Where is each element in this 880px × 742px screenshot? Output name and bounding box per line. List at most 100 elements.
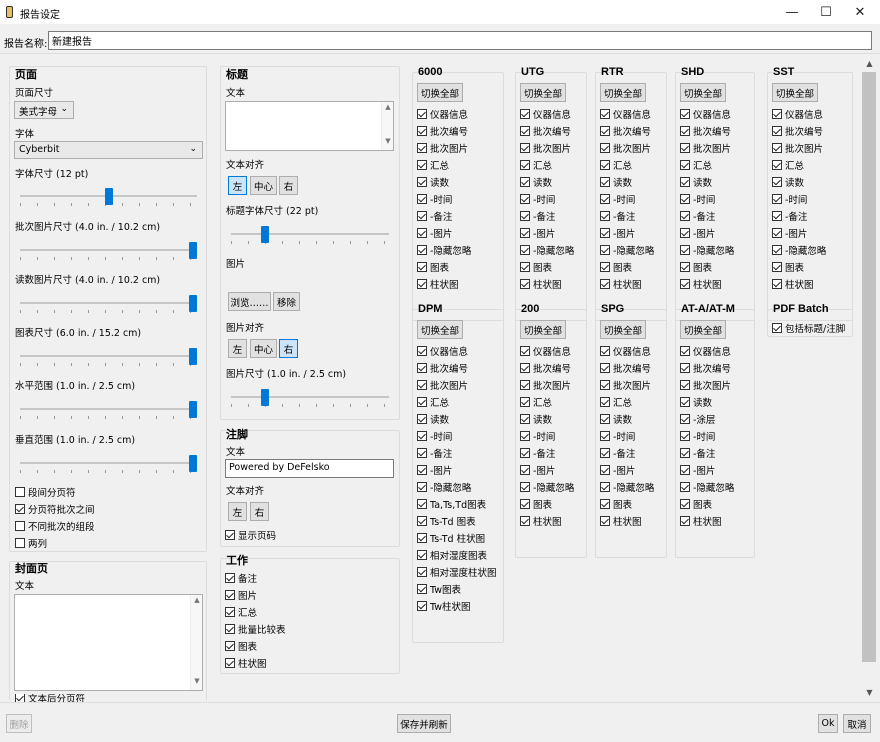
device-item-checkbox[interactable]: -备注 — [772, 209, 807, 223]
device-item-checkbox[interactable]: -图片 — [600, 463, 635, 477]
page-option-checkbox[interactable]: 段间分页符 — [15, 485, 76, 499]
font-size-slider[interactable] — [20, 188, 197, 206]
vertical-scrollbar[interactable]: ▲ ▼ — [861, 58, 878, 702]
device-item-checkbox[interactable]: -隐藏忽略 — [417, 243, 471, 257]
device-item-checkbox[interactable]: 汇总 — [417, 395, 449, 409]
slider-thumb[interactable] — [189, 401, 197, 418]
toggle-all-button[interactable]: 切换全部 — [520, 320, 567, 339]
slider-thumb[interactable] — [189, 348, 197, 365]
device-item-checkbox[interactable]: 图表 — [600, 497, 632, 511]
delete-button[interactable]: 删除 — [6, 714, 32, 733]
scroll-up-icon[interactable]: ▲ — [191, 596, 203, 608]
page-option-checkbox[interactable]: 分页符批次之间 — [15, 502, 95, 516]
device-item-checkbox[interactable]: 仪器信息 — [772, 107, 823, 121]
scroll-down-icon[interactable]: ▼ — [861, 688, 878, 701]
device-item-checkbox[interactable]: 批次编号 — [772, 124, 823, 138]
slider-thumb[interactable] — [189, 455, 197, 472]
font-select[interactable]: Cyberbit ⌄ — [14, 141, 203, 159]
work-item-checkbox[interactable]: 备注 — [225, 571, 257, 585]
device-item-checkbox[interactable]: -时间 — [680, 192, 715, 206]
device-item-checkbox[interactable]: -时间 — [600, 429, 635, 443]
device-item-checkbox[interactable]: 批次图片 — [520, 141, 571, 155]
footer-align-left-button[interactable]: 左 — [228, 502, 247, 521]
page-size-select[interactable]: 美式字母 ⌄ — [14, 101, 74, 119]
device-item-checkbox[interactable]: -隐藏忽略 — [600, 480, 654, 494]
device-item-checkbox[interactable]: 批次编号 — [520, 124, 571, 138]
device-item-checkbox[interactable]: 柱状图 — [520, 514, 562, 528]
device-item-checkbox[interactable]: 读数 — [600, 412, 632, 426]
device-item-checkbox[interactable]: 汇总 — [680, 158, 712, 172]
device-item-checkbox[interactable]: -图片 — [520, 463, 555, 477]
device-item-checkbox[interactable]: 批次编号 — [520, 361, 571, 375]
device-item-checkbox[interactable]: 批次图片 — [417, 141, 468, 155]
device-item-checkbox[interactable]: 仪器信息 — [600, 344, 651, 358]
image-align-right-button[interactable]: 右 — [279, 339, 298, 358]
device-item-checkbox[interactable]: Tw柱状图 — [417, 599, 471, 613]
include-header-footer-checkbox[interactable]: 包括标题/注脚 — [772, 321, 845, 335]
device-item-checkbox[interactable]: 图表 — [417, 260, 449, 274]
device-item-checkbox[interactable]: -隐藏忽略 — [600, 243, 654, 257]
cover-page-break-checkbox[interactable]: 文本后分页符 — [15, 694, 85, 702]
device-item-checkbox[interactable]: 柱状图 — [680, 277, 722, 291]
device-item-checkbox[interactable]: 汇总 — [600, 158, 632, 172]
device-item-checkbox[interactable]: 汇总 — [772, 158, 804, 172]
slider-thumb[interactable] — [104, 188, 113, 205]
device-item-checkbox[interactable]: -图片 — [600, 226, 635, 240]
footer-text-input[interactable]: Powered by DeFelsko — [225, 459, 394, 478]
reading-image-size-slider[interactable] — [20, 295, 197, 313]
device-item-checkbox[interactable]: 批次图片 — [417, 378, 468, 392]
work-item-checkbox[interactable]: 柱状图 — [225, 656, 267, 670]
work-item-checkbox[interactable]: 汇总 — [225, 605, 257, 619]
slider-thumb[interactable] — [261, 226, 269, 243]
device-item-checkbox[interactable]: -时间 — [417, 429, 452, 443]
toggle-all-button[interactable]: 切换全部 — [680, 83, 727, 102]
slider-thumb[interactable] — [189, 242, 197, 259]
toggle-all-button[interactable]: 切换全部 — [600, 83, 647, 102]
device-item-checkbox[interactable]: 读数 — [680, 395, 712, 409]
scroll-up-icon[interactable]: ▲ — [382, 103, 394, 115]
device-item-checkbox[interactable]: 图表 — [772, 260, 804, 274]
device-item-checkbox[interactable]: 汇总 — [417, 158, 449, 172]
device-item-checkbox[interactable]: -时间 — [417, 192, 452, 206]
device-item-checkbox[interactable]: 图表 — [680, 260, 712, 274]
device-item-checkbox[interactable]: -备注 — [520, 446, 555, 460]
device-item-checkbox[interactable]: 读数 — [680, 175, 712, 189]
slider-thumb[interactable] — [189, 295, 197, 312]
device-item-checkbox[interactable]: 批次编号 — [417, 124, 468, 138]
device-item-checkbox[interactable]: -隐藏忽略 — [520, 243, 574, 257]
image-align-left-button[interactable]: 左 — [228, 339, 247, 358]
device-item-checkbox[interactable]: 批次编号 — [600, 124, 651, 138]
device-item-checkbox[interactable]: 批次图片 — [600, 141, 651, 155]
image-align-center-button[interactable]: 中心 — [250, 339, 277, 358]
header-align-left-button[interactable]: 左 — [228, 176, 247, 195]
device-item-checkbox[interactable]: 柱状图 — [520, 277, 562, 291]
page-option-checkbox[interactable]: 不同批次的组段 — [15, 519, 95, 533]
scroll-up-icon[interactable]: ▲ — [861, 59, 878, 72]
device-item-checkbox[interactable]: 批次编号 — [680, 124, 731, 138]
toggle-all-button[interactable]: 切换全部 — [520, 83, 567, 102]
toggle-all-button[interactable]: 切换全部 — [417, 83, 464, 102]
device-item-checkbox[interactable]: 读数 — [417, 412, 449, 426]
device-item-checkbox[interactable]: 柱状图 — [600, 277, 642, 291]
page-option-checkbox[interactable]: 两列 — [15, 536, 47, 550]
scrollbar[interactable]: ▲ ▼ — [381, 102, 393, 150]
slider-thumb[interactable] — [261, 389, 269, 406]
device-item-checkbox[interactable]: 仪器信息 — [417, 107, 468, 121]
device-item-checkbox[interactable]: -图片 — [680, 463, 715, 477]
device-item-checkbox[interactable]: 柱状图 — [680, 514, 722, 528]
device-item-checkbox[interactable]: 仪器信息 — [520, 344, 571, 358]
device-item-checkbox[interactable]: -图片 — [772, 226, 807, 240]
device-item-checkbox[interactable]: 汇总 — [600, 395, 632, 409]
scroll-down-icon[interactable]: ▼ — [191, 677, 203, 689]
footer-align-right-button[interactable]: 右 — [250, 502, 269, 521]
device-item-checkbox[interactable]: 读数 — [520, 175, 552, 189]
browse-button[interactable]: 浏览…… — [228, 292, 271, 311]
device-item-checkbox[interactable]: -时间 — [520, 429, 555, 443]
device-item-checkbox[interactable]: 柱状图 — [600, 514, 642, 528]
device-item-checkbox[interactable]: Ts-Td 柱状图 — [417, 531, 485, 545]
scrollbar[interactable]: ▲ ▼ — [190, 595, 202, 690]
device-item-checkbox[interactable]: -图片 — [417, 463, 452, 477]
device-item-checkbox[interactable]: -隐藏忽略 — [680, 480, 734, 494]
device-item-checkbox[interactable]: 相对湿度柱状图 — [417, 565, 497, 579]
work-item-checkbox[interactable]: 图表 — [225, 639, 257, 653]
